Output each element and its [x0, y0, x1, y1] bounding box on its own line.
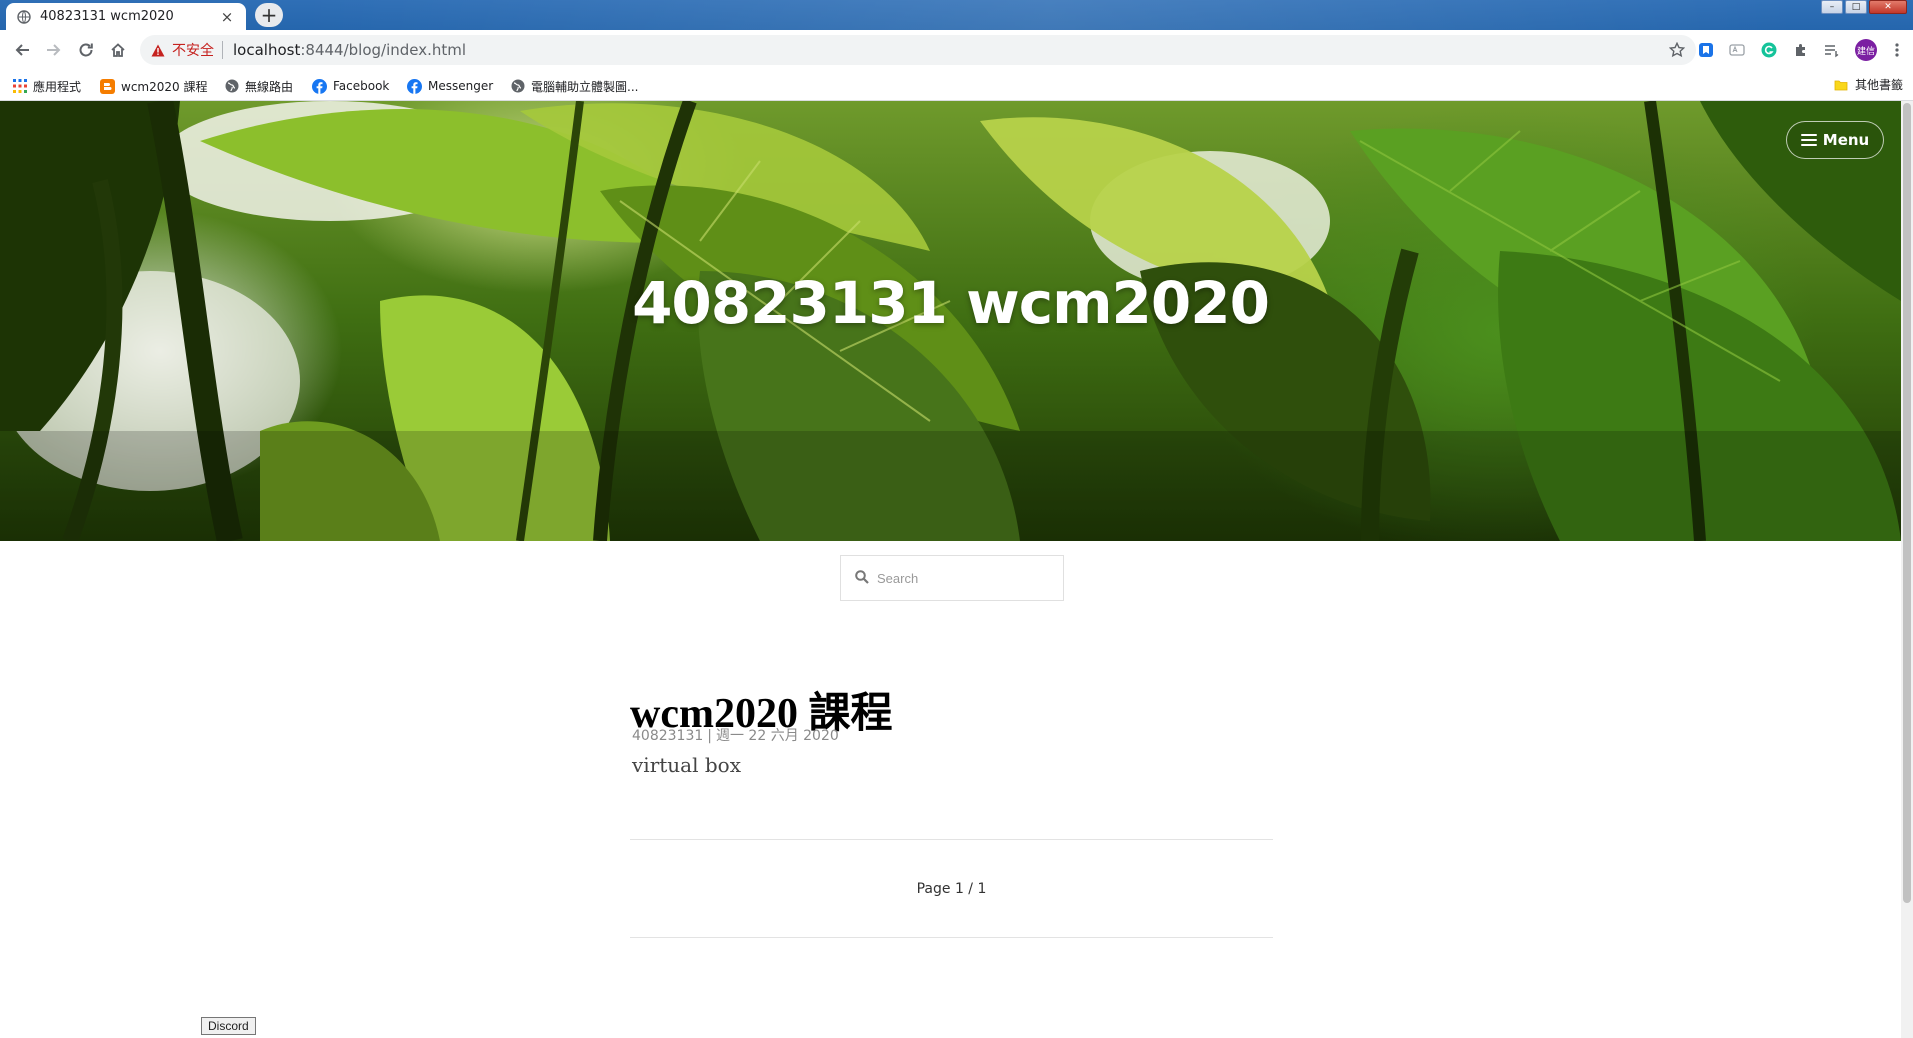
- bookmark-label: Messenger: [428, 79, 494, 93]
- bookmark-label: 無線路由: [245, 79, 294, 94]
- bookmark-messenger[interactable]: Messenger: [407, 76, 493, 96]
- scrollbar-thumb[interactable]: [1903, 103, 1911, 903]
- warning-icon[interactable]: [150, 42, 166, 58]
- more-vert-icon[interactable]: [1888, 41, 1906, 59]
- site-title[interactable]: 40823131 wcm2020: [0, 269, 1901, 337]
- post-excerpt: virtual box: [632, 753, 741, 777]
- new-tab-button[interactable]: +: [255, 3, 283, 27]
- bookmark-label: 電腦輔助立體製圖...: [531, 79, 639, 94]
- home-icon[interactable]: [104, 36, 132, 64]
- post-meta: 40823131 | 週一 22 六月 2020: [632, 725, 839, 745]
- globe-icon: [16, 9, 32, 25]
- tab-title: 40823131 wcm2020: [40, 9, 174, 24]
- profile-avatar[interactable]: 建信: [1855, 39, 1877, 61]
- close-tab-icon[interactable]: ×: [218, 8, 236, 26]
- browser-toolbar: 不安全 localhost:8444/blog/index.html 建信: [0, 30, 1913, 70]
- bookmark-cad[interactable]: 電腦輔助立體製圖...: [510, 76, 638, 96]
- forward-icon[interactable]: [40, 36, 68, 64]
- content-divider: [630, 839, 1273, 840]
- address-bar[interactable]: 不安全 localhost:8444/blog/index.html: [140, 35, 1696, 65]
- other-bookmarks-label: 其他書籤: [1854, 78, 1903, 92]
- grammarly-icon[interactable]: [1760, 41, 1778, 59]
- address-divider: [222, 41, 223, 59]
- globe-icon: [224, 79, 239, 94]
- folder-icon: [1834, 77, 1849, 92]
- pagination-label: Page 1 / 1: [916, 881, 987, 897]
- bookmark-label: Facebook: [333, 79, 390, 93]
- reload-icon[interactable]: [72, 36, 100, 64]
- search-input[interactable]: [875, 569, 1045, 587]
- bookmark-apps[interactable]: 應用程式: [12, 76, 81, 96]
- browser-tab[interactable]: 40823131 wcm2020 ×: [6, 3, 246, 30]
- hamburger-icon: [1800, 134, 1817, 146]
- search-icon: [855, 569, 869, 588]
- bookmark-extension-icon[interactable]: [1697, 41, 1715, 59]
- bookmark-label: 應用程式: [33, 79, 82, 94]
- url-host: localhost: [233, 41, 301, 59]
- taskbar-tooltip: Discord: [201, 1017, 256, 1035]
- bookmark-router[interactable]: 無線路由: [224, 76, 293, 96]
- bookmark-label: wcm2020 課程: [121, 79, 208, 94]
- maximize-button[interactable]: □: [1845, 0, 1867, 14]
- menu-button[interactable]: Menu: [1786, 121, 1884, 159]
- bookmarks-bar: 應用程式 wcm2020 課程 無線路由 Facebook Messenger …: [0, 70, 1913, 101]
- footer-divider: [630, 937, 1273, 938]
- page-scrollbar[interactable]: [1901, 101, 1913, 1038]
- menu-label: Menu: [1822, 131, 1870, 149]
- security-label[interactable]: 不安全: [172, 40, 214, 60]
- other-bookmarks[interactable]: 其他書籤: [1834, 76, 1903, 93]
- globe-icon: [510, 79, 525, 94]
- bookmark-facebook[interactable]: Facebook: [312, 76, 389, 96]
- hero-banner: 40823131 wcm2020 Menu: [0, 101, 1901, 541]
- facebook-icon: [312, 78, 327, 94]
- bookmark-star-icon[interactable]: [1668, 41, 1686, 59]
- facebook-icon: [407, 78, 422, 94]
- url-path: :8444/blog/index.html: [300, 41, 467, 59]
- back-icon[interactable]: [8, 36, 36, 64]
- post-author[interactable]: 40823131: [632, 728, 703, 744]
- extensions-puzzle-icon[interactable]: [1792, 41, 1810, 59]
- window-controls: – □ ✕: [1821, 0, 1907, 14]
- minimize-button[interactable]: –: [1821, 0, 1843, 14]
- apps-grid-icon: [12, 79, 27, 94]
- search-box[interactable]: [840, 555, 1064, 601]
- tab-strip: 40823131 wcm2020 × + – □ ✕: [0, 0, 1913, 30]
- page-viewport: 40823131 wcm2020 Menu wcm2020 課程 4082313…: [0, 101, 1913, 1038]
- reading-list-icon[interactable]: [1823, 41, 1841, 59]
- meta-separator: |: [707, 728, 712, 744]
- blogger-icon: [100, 78, 115, 94]
- bookmark-wcm2020[interactable]: wcm2020 課程: [100, 76, 207, 96]
- post-date: 週一 22 六月 2020: [715, 728, 839, 744]
- translate-extension-icon[interactable]: [1728, 41, 1746, 59]
- close-window-button[interactable]: ✕: [1869, 0, 1907, 14]
